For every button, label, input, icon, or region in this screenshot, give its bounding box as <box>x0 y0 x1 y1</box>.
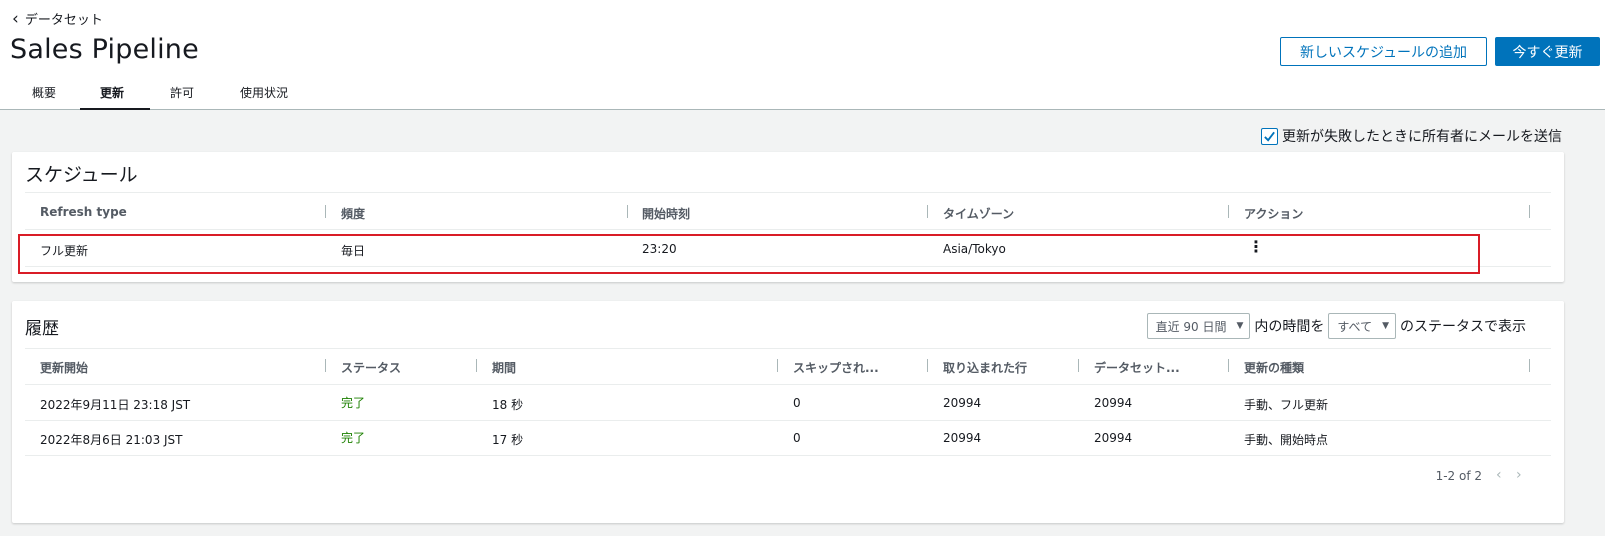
column-divider[interactable] <box>1228 205 1229 218</box>
page-header: ‹ データセット Sales Pipeline 新しいスケジュールの追加 今すぐ… <box>0 0 1605 110</box>
breadcrumb-back-link[interactable]: ‹ データセット <box>12 9 103 28</box>
divider <box>25 192 1551 193</box>
divider <box>25 229 1551 230</box>
chevron-left-icon: ‹ <box>12 8 19 29</box>
cell-skipped: 0 <box>793 431 801 445</box>
col-start-time[interactable]: 開始時刻 <box>642 205 690 222</box>
pagination-label: 1-2 of 2 <box>1435 469 1482 483</box>
cell-dataset: 20994 <box>1094 431 1133 445</box>
cell-refresh-kind: 手動、フル更新 <box>1244 398 1329 412</box>
history-card: 履歴 直近 90 日間 ▼ 内の時間を すべて ▼ のステータスで表示 更新開始… <box>12 301 1564 523</box>
tab-permissions[interactable]: 許可 <box>150 84 220 110</box>
col-refresh-type[interactable]: Refresh type <box>40 205 127 219</box>
column-divider[interactable] <box>1529 359 1530 372</box>
back-label: データセット <box>24 13 103 28</box>
status-select[interactable]: すべて ▼ <box>1328 313 1396 339</box>
col-actions: アクション <box>1244 207 1304 221</box>
divider <box>25 384 1551 385</box>
add-schedule-button[interactable]: 新しいスケジュールの追加 <box>1280 37 1487 66</box>
email-on-failure-label: 更新が失敗したときに所有者にメールを送信 <box>1282 129 1562 145</box>
column-divider[interactable] <box>1529 205 1530 218</box>
schedule-card: スケジュール Refresh type 頻度 開始時刻 タイムゾーン アクション… <box>12 152 1564 282</box>
column-divider[interactable] <box>1228 359 1229 372</box>
date-range-value: 直近 90 日間 <box>1155 319 1227 334</box>
divider <box>25 348 1551 349</box>
col-refresh-start[interactable]: 更新開始 <box>40 359 88 376</box>
col-ingested-rows[interactable]: 取り込まれた行 <box>943 359 1027 376</box>
cell-ingested-rows: 20994 <box>943 396 982 410</box>
date-range-select[interactable]: 直近 90 日間 ▼ <box>1146 313 1251 339</box>
column-divider[interactable] <box>777 359 778 372</box>
tab-overview[interactable]: 概要 <box>12 84 80 110</box>
col-skipped[interactable]: スキップされ... <box>793 359 879 376</box>
cell-ingested-rows: 20994 <box>943 431 982 445</box>
status-value: すべて <box>1337 319 1373 334</box>
column-divider[interactable] <box>927 205 928 218</box>
tab-refresh[interactable]: 更新 <box>80 84 150 110</box>
cell-refresh-kind: 手動、開始時点 <box>1244 433 1329 447</box>
column-divider[interactable] <box>325 205 326 218</box>
caret-down-icon: ▼ <box>1382 321 1389 331</box>
checkmark-icon <box>1264 131 1275 142</box>
cell-status: 完了 <box>341 431 366 445</box>
chevron-left-icon[interactable]: ‹ <box>1496 467 1502 483</box>
column-divider[interactable] <box>927 359 928 372</box>
cell-dataset: 20994 <box>1094 396 1133 410</box>
cell-skipped: 0 <box>793 396 801 410</box>
col-status[interactable]: ステータス <box>341 359 401 376</box>
col-duration[interactable]: 期間 <box>492 359 516 376</box>
caret-down-icon: ▼ <box>1236 321 1244 331</box>
email-on-failure-option: 更新が失敗したときに所有者にメールを送信 <box>1261 126 1562 146</box>
col-dataset[interactable]: データセット... <box>1094 359 1180 376</box>
cell-refresh-start: 2022年8月6日 21:03 JST <box>40 433 183 447</box>
divider <box>25 420 1551 421</box>
divider <box>25 455 1551 456</box>
history-title: 履歴 <box>25 319 59 339</box>
col-timezone[interactable]: タイムゾーン <box>943 205 1014 222</box>
schedule-title: スケジュール <box>25 164 138 186</box>
column-divider[interactable] <box>1078 359 1079 372</box>
email-on-failure-checkbox[interactable] <box>1261 127 1278 145</box>
page-title: Sales Pipeline <box>10 34 199 65</box>
col-frequency[interactable]: 頻度 <box>341 205 365 222</box>
column-divider[interactable] <box>627 205 628 218</box>
col-refresh-kind[interactable]: 更新の種類 <box>1244 359 1304 376</box>
cell-duration: 18 秒 <box>492 398 524 412</box>
filter-text-end: のステータスで表示 <box>1400 319 1526 335</box>
history-filters: 直近 90 日間 ▼ 内の時間を すべて ▼ のステータスで表示 <box>1146 313 1530 339</box>
chevron-right-icon[interactable]: › <box>1516 467 1522 483</box>
refresh-now-button[interactable]: 今すぐ更新 <box>1495 37 1600 66</box>
cell-refresh-start: 2022年9月11日 23:18 JST <box>40 398 191 412</box>
filter-text-mid: 内の時間を <box>1254 319 1325 335</box>
tab-usage[interactable]: 使用状況 <box>220 84 308 110</box>
highlight-box <box>18 234 1480 274</box>
tab-bar: 概要 更新 許可 使用状況 <box>12 84 308 110</box>
column-divider[interactable] <box>325 359 326 372</box>
cell-duration: 17 秒 <box>492 433 524 447</box>
cell-status: 完了 <box>341 396 366 410</box>
column-divider[interactable] <box>476 359 477 372</box>
